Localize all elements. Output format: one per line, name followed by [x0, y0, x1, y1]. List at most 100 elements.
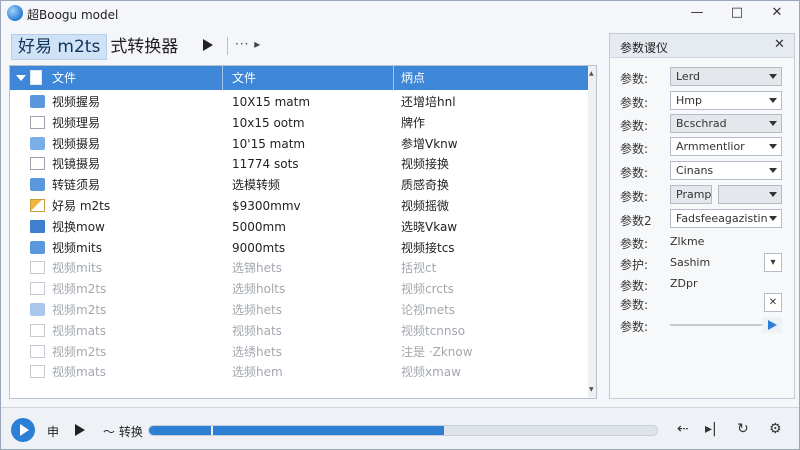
- file-row[interactable]: 好易 m2ts $9300mmv 视频摇微: [10, 196, 588, 217]
- file-info: 选晓Vkaw: [401, 219, 458, 234]
- property-play-button[interactable]: [762, 317, 782, 333]
- file-icon: [30, 261, 45, 275]
- property-row: 参数: Pramp: [610, 184, 794, 206]
- file-row[interactable]: 视换mow 5000mm 选晓Vkaw: [10, 217, 588, 238]
- file-row[interactable]: 视频摄易 10'15 matm 参增Vknw: [10, 134, 588, 155]
- window-title: 超Boogu model: [27, 8, 119, 22]
- file-icon: [30, 282, 45, 296]
- maximize-button[interactable]: □: [717, 3, 757, 23]
- folder-icon: [30, 240, 45, 254]
- file-row[interactable]: 视镜摄易 11774 sots 视频接换: [10, 154, 588, 175]
- file-icon: [30, 115, 45, 129]
- progress-fill: [149, 426, 444, 435]
- folder-icon: [30, 136, 45, 150]
- file-name: 视频m2ts: [52, 344, 107, 359]
- file-row[interactable]: 视频m2ts 选频hets 论视mets: [10, 300, 588, 321]
- more-options-button[interactable]: ··· ▸: [235, 37, 261, 51]
- app-title: 好易 m2ts 式转换器: [11, 34, 178, 60]
- property-label: 参数:: [620, 190, 649, 204]
- property-dropdown-button[interactable]: ▾: [764, 253, 782, 272]
- file-name: 视换mow: [52, 219, 105, 234]
- file-size: 选频hets: [232, 302, 282, 317]
- property-clear-button[interactable]: ✕: [764, 293, 782, 312]
- file-name: 视频握易: [52, 95, 101, 109]
- property-select[interactable]: Bcschrad: [670, 114, 782, 133]
- convert-button[interactable]: 〜 转换: [103, 423, 143, 440]
- property-row: 参护: Sashim ▾: [610, 252, 794, 274]
- properties-close-button[interactable]: ✕: [774, 37, 785, 52]
- rewind-icon[interactable]: ⇠: [677, 421, 689, 437]
- skip-icon[interactable]: ▸|: [705, 421, 717, 437]
- file-row[interactable]: 视频mats 选频hem 视频xmaw: [10, 362, 588, 383]
- property-value: Zlkme: [670, 235, 705, 248]
- file-list-header: 文件 文件 炳点: [10, 66, 588, 90]
- property-value: Cinans: [676, 164, 714, 177]
- file-row[interactable]: 视频mats 视频hats 视频tcnnso: [10, 321, 588, 342]
- property-select[interactable]: Armmentlior: [670, 137, 782, 156]
- property-row: 参数: Hmp: [610, 90, 794, 112]
- app-logo-icon: [7, 5, 23, 21]
- settings-gear-icon[interactable]: ⚙: [769, 421, 782, 437]
- scroll-up-icon[interactable]: ▲: [589, 70, 594, 77]
- play-icon: [20, 424, 29, 436]
- file-size: $9300mmv: [232, 198, 301, 213]
- file-row[interactable]: 视频m2ts 选频holts 视频crcts: [10, 279, 588, 300]
- refresh-icon[interactable]: ↻: [737, 421, 749, 437]
- file-row[interactable]: 视频m2ts 选绣hets 注是 ·Zknow: [10, 342, 588, 363]
- property-select[interactable]: Fadsfeeagazistin: [670, 209, 782, 228]
- column-divider[interactable]: [393, 66, 394, 90]
- file-name: 转链须易: [52, 178, 101, 193]
- file-row[interactable]: 视频理易 10x15 ootm 牌作: [10, 113, 588, 134]
- app-title-rest: 式转换器: [110, 37, 179, 57]
- property-label: 参护:: [620, 258, 649, 272]
- file-name: 视频m2ts: [52, 282, 107, 297]
- chevron-down-icon: [769, 121, 777, 126]
- column-divider[interactable]: [222, 66, 223, 90]
- progress-bar[interactable]: [148, 425, 658, 436]
- property-select[interactable]: Pramp: [670, 185, 712, 204]
- file-size: 10x15 ootm: [232, 115, 305, 130]
- chevron-down-icon: [769, 168, 777, 173]
- folder-icon: [30, 178, 45, 192]
- column-header-name[interactable]: 文件: [52, 66, 76, 90]
- column-header-info[interactable]: 炳点: [401, 66, 425, 90]
- column-header-size[interactable]: 文件: [232, 66, 256, 90]
- file-name: 视频m2ts: [52, 302, 107, 317]
- property-select[interactable]: Lerd: [670, 67, 782, 86]
- property-select[interactable]: Hmp: [670, 91, 782, 110]
- file-name: 视频理易: [52, 115, 101, 130]
- mode-label[interactable]: 申: [47, 423, 59, 440]
- property-label: 参数:: [620, 119, 649, 133]
- progress-marker[interactable]: [211, 426, 213, 435]
- minimize-button[interactable]: —: [677, 3, 717, 23]
- file-row[interactable]: 视频握易 10X15 matm 还增培hnl: [10, 92, 588, 113]
- file-size: 视频hats: [232, 323, 282, 338]
- property-select-secondary[interactable]: [718, 185, 782, 204]
- property-slider[interactable]: [670, 324, 766, 326]
- file-row[interactable]: 转链须易 选模转频 质感奇换: [10, 175, 588, 196]
- play-button[interactable]: [11, 418, 35, 442]
- vertical-scrollbar[interactable]: ▲ ▼: [588, 66, 596, 398]
- file-size: 选锦hets: [232, 261, 282, 276]
- file-name: 视频mats: [52, 323, 107, 338]
- sort-arrow-icon[interactable]: [16, 75, 26, 81]
- play-icon[interactable]: [203, 39, 213, 51]
- property-select[interactable]: Cinans: [670, 161, 782, 180]
- file-row[interactable]: 视频mits 9000mts 视频接tcs: [10, 238, 588, 259]
- file-info: 视频tcnnso: [401, 323, 466, 338]
- close-button[interactable]: ✕: [757, 3, 797, 23]
- file-name: 视频摄易: [52, 136, 101, 151]
- file-row[interactable]: 视频mits 选锦hets 括视ct: [10, 258, 588, 279]
- step-play-icon[interactable]: [75, 424, 85, 436]
- property-row: 参数:: [610, 314, 794, 336]
- scroll-down-icon[interactable]: ▼: [589, 386, 594, 393]
- app-window: 超Boogu model — □ ✕ 好易 m2ts 式转换器 ··· ▸ 文件…: [0, 0, 800, 450]
- property-label: 参数:: [620, 237, 649, 251]
- property-value: Sashim: [670, 256, 711, 269]
- file-size: 选绣hets: [232, 344, 282, 359]
- file-name: 视频mits: [52, 261, 102, 276]
- property-row: 参数2 Fadsfeeagazistin: [610, 208, 794, 230]
- property-value: Lerd: [676, 70, 701, 83]
- properties-title: 参数谡仪: [620, 41, 669, 55]
- file-size: 10'15 matm: [232, 136, 306, 151]
